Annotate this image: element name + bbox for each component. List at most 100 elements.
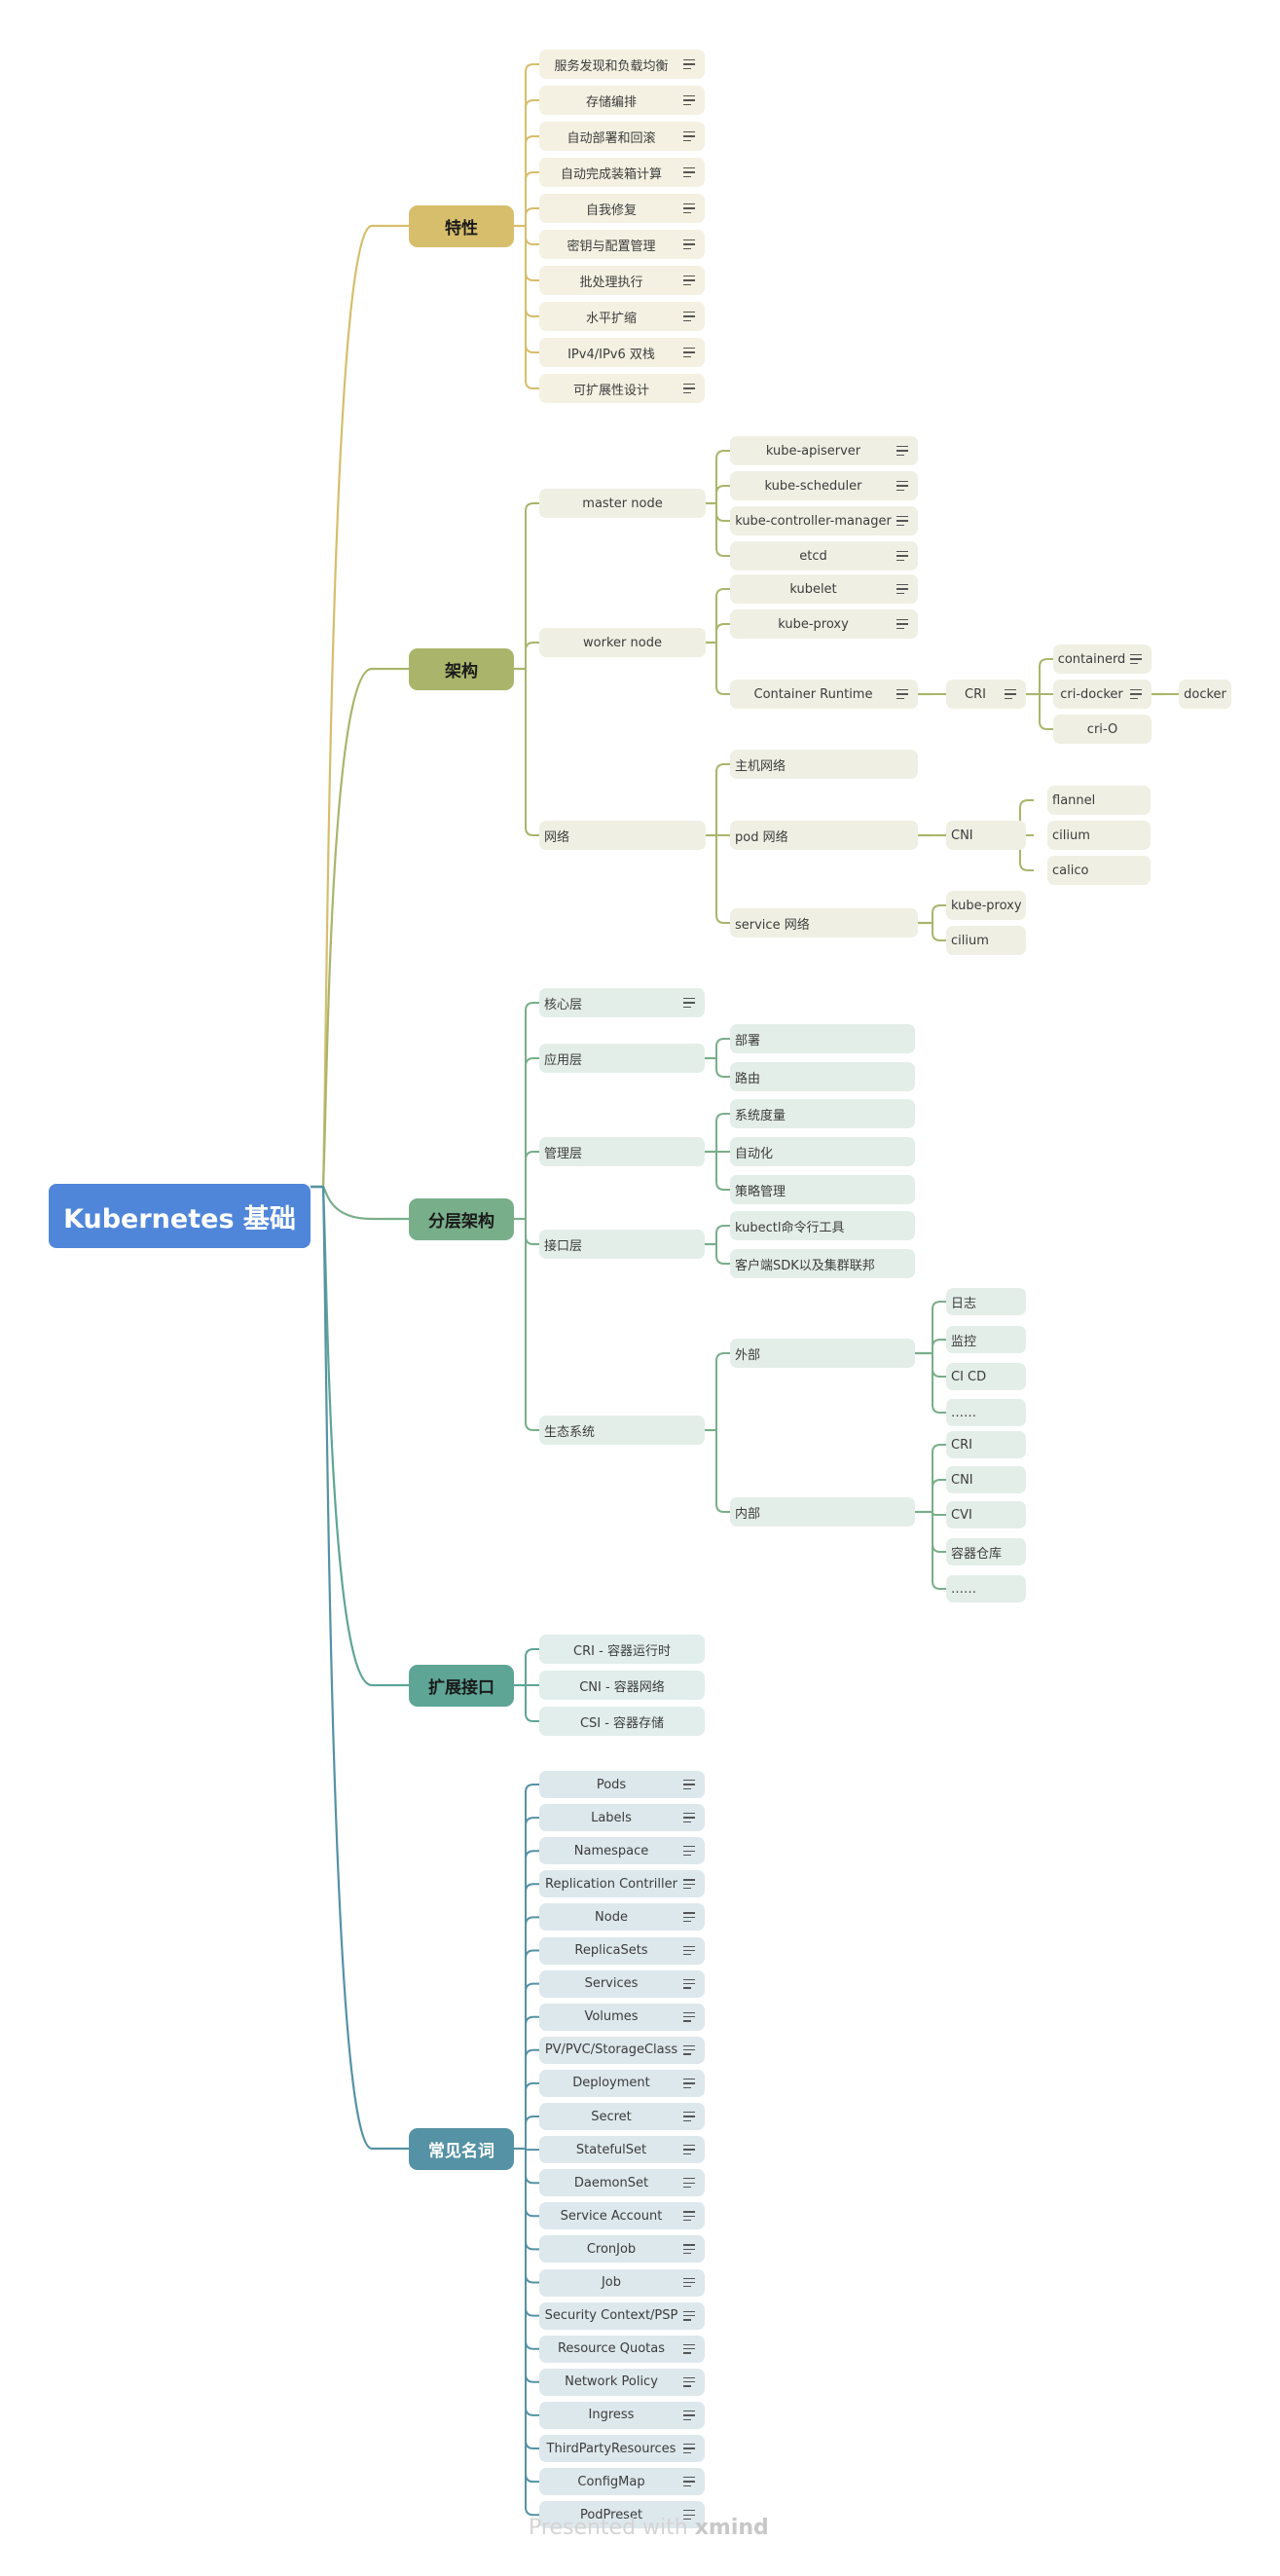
worker-component[interactable]: kube-proxy: [730, 609, 918, 639]
cni-plugin[interactable]: calico: [1047, 856, 1151, 885]
external-item[interactable]: 日志: [946, 1288, 1026, 1315]
layer-detail[interactable]: 路由: [730, 1062, 915, 1091]
branch-topic[interactable]: 扩展接口: [409, 1664, 514, 1707]
note-icon[interactable]: [896, 619, 910, 629]
network-type[interactable]: pod 网络: [730, 821, 918, 850]
cri-topic[interactable]: CRI: [946, 680, 1026, 709]
branch-topic[interactable]: 架构: [409, 647, 514, 690]
architecture-topic[interactable]: 网络: [539, 821, 706, 850]
feature-topic[interactable]: 存储编排: [539, 86, 705, 115]
internal-item[interactable]: CNI: [946, 1466, 1026, 1493]
term-topic[interactable]: PV/PVC/StorageClass: [539, 2036, 705, 2064]
feature-topic[interactable]: 自动完成装箱计算: [539, 158, 705, 187]
feature-topic[interactable]: 服务发现和负载均衡: [539, 50, 705, 79]
term-topic[interactable]: Job: [539, 2268, 705, 2297]
layer-topic[interactable]: 接口层: [539, 1230, 705, 1259]
note-icon[interactable]: [683, 2376, 697, 2387]
note-icon[interactable]: [896, 551, 910, 561]
branch-topic[interactable]: 特性: [409, 204, 514, 247]
worker-component[interactable]: kubelet: [730, 574, 918, 604]
service-proxy[interactable]: kube-proxy: [946, 891, 1026, 920]
layer-detail[interactable]: 策略管理: [730, 1175, 915, 1204]
term-topic[interactable]: Namespace: [539, 1837, 705, 1865]
note-icon[interactable]: [683, 167, 697, 177]
docker-topic[interactable]: docker: [1179, 680, 1231, 709]
ecosystem-group[interactable]: 外部: [730, 1339, 915, 1368]
internal-item[interactable]: CVI: [946, 1501, 1026, 1528]
note-icon[interactable]: [683, 2145, 697, 2155]
term-topic[interactable]: StatefulSet: [539, 2136, 705, 2164]
note-icon[interactable]: [896, 689, 910, 699]
extension-interface[interactable]: CNI - 容器网络: [539, 1671, 705, 1700]
note-icon[interactable]: [683, 1846, 697, 1857]
note-icon[interactable]: [683, 276, 697, 285]
cri-implementation[interactable]: cri-O: [1053, 715, 1152, 744]
worker-component[interactable]: Container Runtime: [730, 680, 918, 709]
root-topic[interactable]: Kubernetes 基础: [49, 1184, 311, 1248]
term-topic[interactable]: Secret: [539, 2103, 705, 2130]
note-icon[interactable]: [683, 1879, 697, 1890]
term-topic[interactable]: Replication Contriller: [539, 1870, 705, 1898]
cni-plugin[interactable]: cilium: [1047, 821, 1151, 850]
layer-topic[interactable]: 核心层: [539, 988, 705, 1017]
architecture-topic[interactable]: worker node: [539, 628, 706, 657]
layer-topic[interactable]: 管理层: [539, 1137, 705, 1166]
note-icon[interactable]: [683, 2244, 697, 2255]
architecture-topic[interactable]: master node: [539, 489, 706, 518]
note-icon[interactable]: [1130, 689, 1144, 699]
note-icon[interactable]: [683, 1978, 697, 1989]
external-item[interactable]: CI CD: [946, 1363, 1026, 1390]
note-icon[interactable]: [683, 312, 697, 321]
feature-topic[interactable]: 密钥与配置管理: [539, 230, 705, 259]
note-icon[interactable]: [683, 2211, 697, 2222]
layer-detail[interactable]: 客户端SDK以及集群联邦: [730, 1249, 915, 1278]
note-icon[interactable]: [683, 131, 697, 141]
cri-implementation[interactable]: containerd: [1053, 644, 1152, 674]
term-topic[interactable]: CronJob: [539, 2235, 705, 2263]
note-icon[interactable]: [683, 2044, 697, 2055]
note-icon[interactable]: [683, 2410, 697, 2420]
note-icon[interactable]: [1130, 654, 1144, 664]
master-component[interactable]: kube-scheduler: [730, 471, 918, 500]
feature-topic[interactable]: 水平扩缩: [539, 302, 705, 331]
internal-item[interactable]: ……: [946, 1575, 1026, 1602]
master-component[interactable]: etcd: [730, 541, 918, 570]
feature-topic[interactable]: 自我修复: [539, 194, 705, 223]
note-icon[interactable]: [683, 2178, 697, 2189]
note-icon[interactable]: [683, 1945, 697, 1956]
note-icon[interactable]: [683, 384, 697, 393]
term-topic[interactable]: ReplicaSets: [539, 1936, 705, 1965]
note-icon[interactable]: [683, 2078, 697, 2088]
network-type[interactable]: service 网络: [730, 908, 918, 938]
network-type[interactable]: 主机网络: [730, 750, 918, 779]
master-component[interactable]: kube-apiserver: [730, 436, 918, 465]
layer-detail[interactable]: 系统度量: [730, 1099, 915, 1128]
term-topic[interactable]: ThirdPartyResources: [539, 2435, 705, 2462]
note-icon[interactable]: [896, 584, 910, 594]
branch-topic[interactable]: 分层架构: [409, 1197, 514, 1240]
note-icon[interactable]: [683, 998, 697, 1008]
term-topic[interactable]: DaemonSet: [539, 2169, 705, 2197]
note-icon[interactable]: [896, 516, 910, 526]
note-icon[interactable]: [683, 1780, 697, 1789]
note-icon[interactable]: [683, 1813, 697, 1823]
note-icon[interactable]: [683, 2343, 697, 2354]
ecosystem-group[interactable]: 内部: [730, 1497, 915, 1527]
feature-topic[interactable]: 自动部署和回滚: [539, 122, 705, 151]
term-topic[interactable]: ConfigMap: [539, 2468, 705, 2496]
term-topic[interactable]: Network Policy: [539, 2368, 705, 2396]
note-icon[interactable]: [896, 446, 910, 456]
note-icon[interactable]: [683, 2112, 697, 2121]
term-topic[interactable]: Labels: [539, 1804, 705, 1832]
layer-topic[interactable]: 应用层: [539, 1044, 705, 1073]
feature-topic[interactable]: IPv4/IPv6 双栈: [539, 338, 705, 367]
internal-item[interactable]: CRI: [946, 1431, 1026, 1458]
layer-topic[interactable]: 生态系统: [539, 1416, 705, 1445]
note-icon[interactable]: [683, 2277, 697, 2288]
service-proxy[interactable]: cilium: [946, 926, 1026, 955]
layer-detail[interactable]: kubectl命令行工具: [730, 1211, 915, 1240]
note-icon[interactable]: [896, 481, 910, 491]
note-icon[interactable]: [683, 239, 697, 249]
term-topic[interactable]: Pods: [539, 1771, 705, 1798]
note-icon[interactable]: [1005, 689, 1018, 699]
